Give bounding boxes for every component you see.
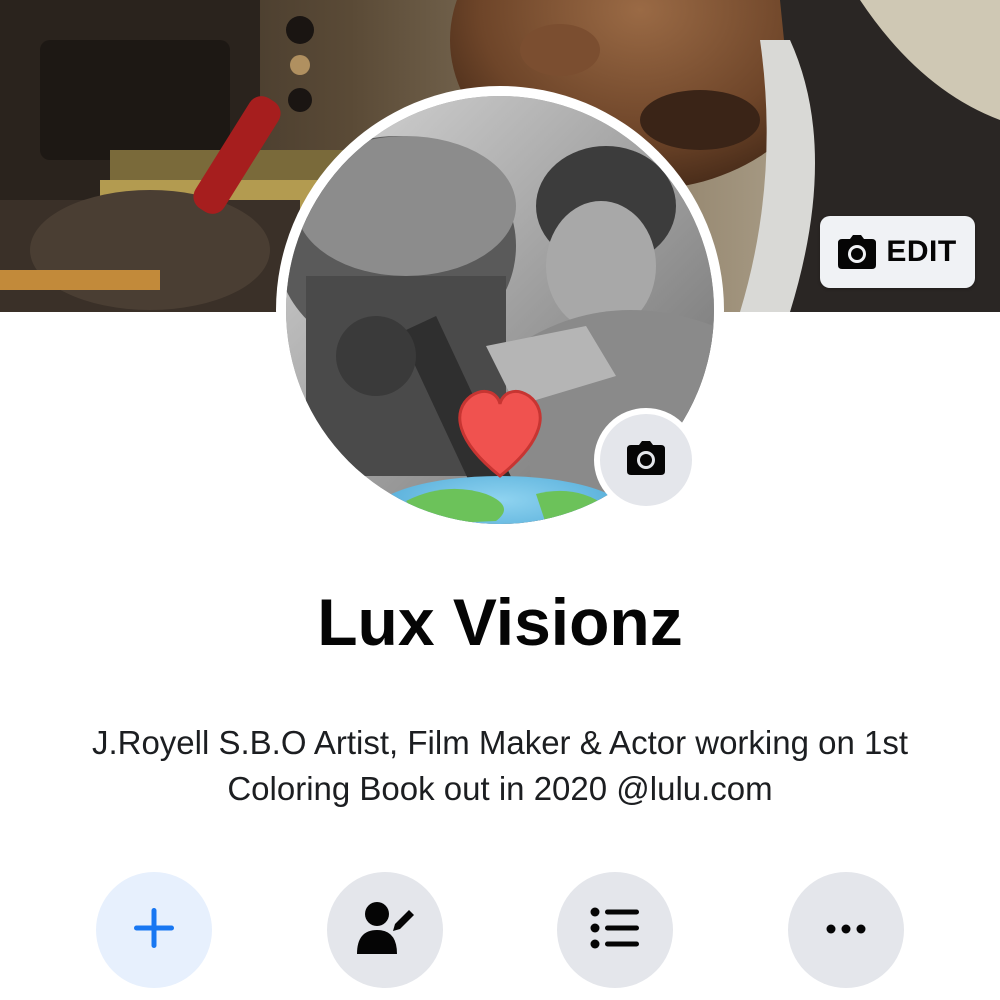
edit-profile-button[interactable] — [327, 872, 443, 988]
update-profile-picture-button[interactable] — [594, 408, 698, 512]
edit-cover-button[interactable]: EDIT — [820, 216, 975, 288]
profile-name: Lux Visionz — [317, 585, 683, 659]
activity-log-icon — [590, 906, 640, 955]
camera-icon — [627, 440, 665, 480]
edit-profile-icon — [355, 900, 415, 961]
profile-page: EDIT Lux Visionz J.Royell S.B.O Artist, … — [0, 0, 1000, 1000]
camera-icon — [838, 235, 877, 269]
more-options-button[interactable] — [788, 872, 904, 988]
activity-log-button[interactable] — [557, 872, 673, 988]
plus-icon — [132, 906, 176, 955]
edit-cover-label: EDIT — [886, 235, 957, 268]
more-icon — [826, 921, 866, 939]
profile-actions — [0, 872, 1000, 990]
add-to-story-button[interactable] — [96, 872, 212, 988]
profile-bio: J.Royell S.B.O Artist, Film Maker & Acto… — [91, 724, 909, 807]
